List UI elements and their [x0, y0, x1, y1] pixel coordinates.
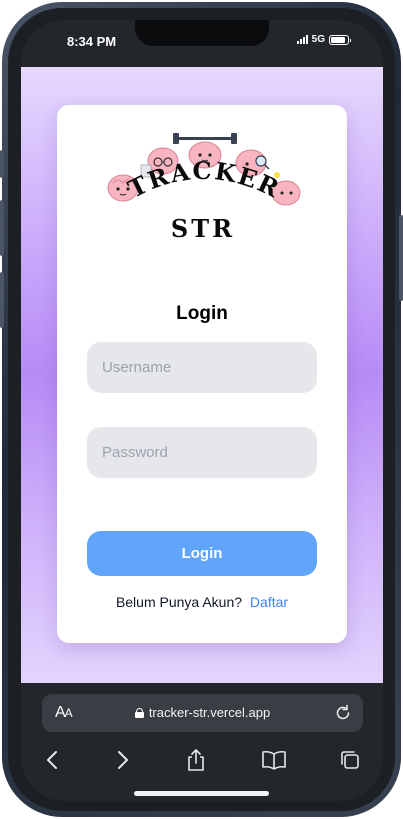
power-button	[399, 215, 403, 301]
username-input[interactable]	[87, 342, 317, 393]
tabs-icon[interactable]	[335, 745, 365, 775]
bookmarks-icon[interactable]	[259, 745, 289, 775]
status-time: 8:34 PM	[67, 34, 117, 49]
url-text: tracker-str.vercel.app	[148, 705, 271, 720]
url-display[interactable]: tracker-str.vercel.app	[42, 705, 363, 720]
battery-icon	[329, 34, 351, 45]
web-content: TRACKER STR Login Login Belum Punya Akun…	[21, 67, 383, 683]
notch	[135, 20, 269, 46]
silent-switch	[0, 150, 4, 178]
volume-up-button	[0, 200, 4, 256]
address-bar[interactable]: AA tracker-str.vercel.app	[42, 694, 363, 732]
logo-title-line2: STR	[171, 214, 235, 243]
register-prompt: Belum Punya Akun?	[115, 594, 243, 610]
signal-icon	[296, 35, 308, 44]
screen: 8:34 PM 5G TRACKER STR Login Username Lo…	[21, 20, 383, 801]
status-bar: 8:34 PM 5G	[21, 20, 383, 67]
battery-level	[331, 36, 346, 43]
register-link[interactable]: Daftar	[250, 594, 288, 610]
register-row: Belum Punya Akun? Daftar	[57, 594, 347, 610]
volume-down-button	[0, 272, 4, 328]
browser-toolbar	[21, 745, 383, 775]
share-icon[interactable]	[181, 745, 211, 775]
reload-icon[interactable]	[333, 703, 353, 723]
tracker-str-logo: TRACKER STR	[107, 133, 301, 243]
home-indicator	[134, 791, 269, 796]
page-title: Login	[176, 303, 228, 324]
status-indicators: 5G	[296, 34, 351, 45]
login-card: TRACKER STR Login Login Belum Punya Akun…	[57, 105, 347, 643]
login-button[interactable]: Login	[87, 531, 317, 576]
password-input[interactable]	[87, 427, 317, 478]
lock-icon	[134, 708, 144, 718]
forward-icon[interactable]	[108, 745, 138, 775]
browser-bar: AA tracker-str.vercel.app	[21, 683, 383, 801]
network-label: 5G	[311, 34, 325, 45]
back-icon[interactable]	[37, 745, 67, 775]
